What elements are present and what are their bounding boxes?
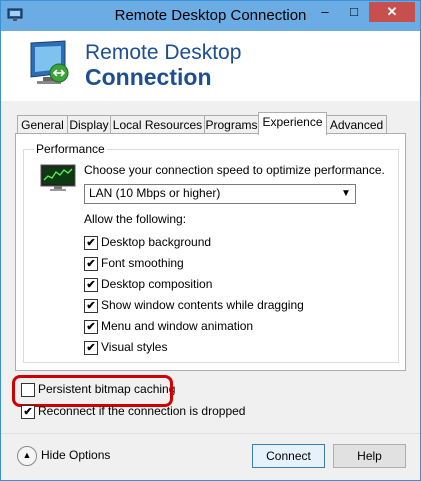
remote-desktop-icon bbox=[30, 40, 69, 84]
option-label: Font smoothing bbox=[101, 256, 184, 270]
tab-advanced[interactable]: Advanced bbox=[326, 115, 387, 134]
titlebar[interactable]: Remote Desktop Connection – □ ✕ bbox=[1, 1, 420, 31]
minimize-button[interactable]: – bbox=[312, 2, 338, 22]
tab-general[interactable]: General bbox=[17, 115, 68, 134]
option-label: Show window contents while dragging bbox=[101, 298, 304, 312]
rdc-window: Remote Desktop Connection – □ ✕ Remote D… bbox=[0, 0, 421, 481]
chevron-down-icon[interactable]: ▼ bbox=[337, 185, 355, 203]
option-label: Visual styles bbox=[101, 340, 168, 354]
checkbox-checked[interactable]: ✔ bbox=[84, 320, 98, 334]
help-button[interactable]: Help bbox=[333, 444, 406, 468]
footer-divider bbox=[1, 433, 420, 434]
option-label: Desktop background bbox=[101, 235, 212, 249]
connection-speed-select[interactable]: LAN (10 Mbps or higher) ▼ bbox=[84, 184, 356, 204]
hide-options-link[interactable]: Hide Options bbox=[41, 448, 110, 462]
connect-button[interactable]: Connect bbox=[252, 444, 325, 468]
option-label: Desktop composition bbox=[101, 277, 213, 291]
maximize-button[interactable]: □ bbox=[341, 2, 367, 22]
chevron-up-icon[interactable]: ▲ bbox=[17, 446, 37, 466]
annotation-highlight bbox=[12, 375, 173, 407]
tab-experience[interactable]: Experience bbox=[258, 112, 327, 135]
header-title-line1: Remote Desktop bbox=[85, 41, 242, 64]
option-label: Menu and window animation bbox=[101, 319, 254, 333]
checkbox-checked[interactable]: ✔ bbox=[84, 236, 98, 250]
performance-monitor-icon bbox=[40, 164, 76, 191]
header-title-line2: Connection bbox=[85, 64, 212, 90]
option-label: Reconnect if the connection is dropped bbox=[38, 404, 246, 418]
performance-group: Performance Choose your connection speed… bbox=[23, 142, 399, 363]
connection-speed-value: LAN (10 Mbps or higher) bbox=[89, 186, 221, 200]
experience-panel: Performance Choose your connection speed… bbox=[15, 133, 406, 371]
checkbox-checked[interactable]: ✔ bbox=[21, 405, 35, 419]
checkbox-checked[interactable]: ✔ bbox=[84, 299, 98, 313]
tab-programs[interactable]: Programs bbox=[204, 115, 259, 134]
connection-speed-prompt: Choose your connection speed to optimize… bbox=[84, 163, 385, 177]
tab-display[interactable]: Display bbox=[67, 115, 111, 134]
allow-following-label: Allow the following: bbox=[84, 212, 187, 226]
checkbox-checked[interactable]: ✔ bbox=[84, 257, 98, 271]
header-banner: Remote Desktop Connection bbox=[1, 31, 420, 101]
checkbox-checked[interactable]: ✔ bbox=[84, 278, 98, 292]
performance-group-label: Performance bbox=[34, 142, 107, 156]
checkbox-checked[interactable]: ✔ bbox=[84, 341, 98, 355]
close-button[interactable]: ✕ bbox=[369, 2, 415, 22]
tab-local-resources[interactable]: Local Resources bbox=[110, 115, 205, 134]
